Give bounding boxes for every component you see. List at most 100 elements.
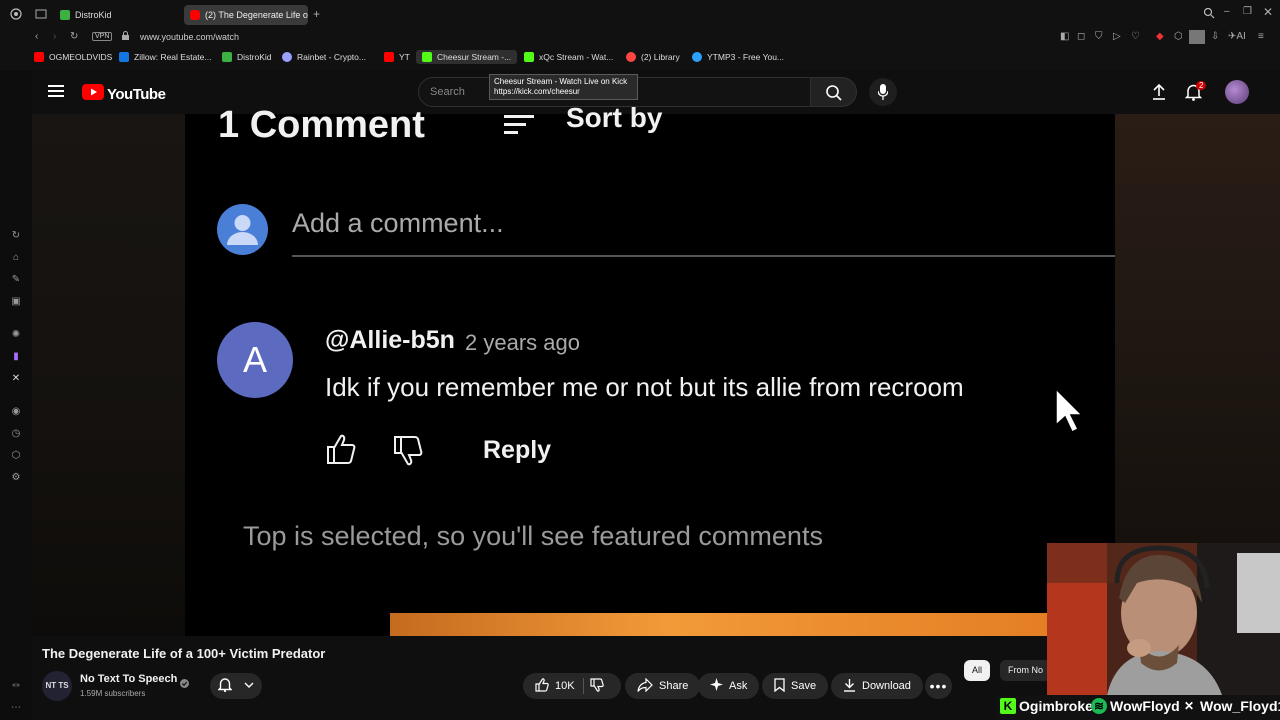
download-label: Download xyxy=(862,680,911,692)
x-handle-text: Wow_Floyd1 xyxy=(1200,698,1280,714)
tab-grid-icon[interactable] xyxy=(35,8,47,23)
tab-youtube-video[interactable]: (2) The Degenerate Life o xyxy=(184,5,308,25)
zillow-icon xyxy=(119,52,129,62)
comment-text: Idk if you remember me or not but its al… xyxy=(325,372,964,402)
clock-sidebar-icon[interactable]: ◷ xyxy=(10,428,22,440)
x-handle: ✕ Wow_Floyd1 xyxy=(1181,698,1280,714)
messenger-sidebar-icon[interactable]: ▣ xyxy=(10,296,22,308)
vpn-badge[interactable]: VPN xyxy=(92,32,113,41)
shield-icon[interactable]: ⛉ xyxy=(1095,31,1103,42)
save-button[interactable]: Save xyxy=(762,673,829,699)
comment-author-avatar[interactable]: A xyxy=(217,322,293,398)
like-divider xyxy=(582,678,584,694)
ai-icon[interactable]: ✈AI xyxy=(1228,31,1246,42)
bookmark-ogmeoldvids[interactable]: OGMEOLDVIDS xyxy=(34,52,112,62)
kick-icon xyxy=(422,52,432,62)
comment-time[interactable]: 2 years ago xyxy=(465,330,580,356)
browser-sidebar: ↻ ⌂ ✎ ▣ ✺ ▮ ✕ ◉ ◷ ⬡ ⚙ «» ⋯ xyxy=(0,70,32,720)
hamburger-menu-icon[interactable] xyxy=(48,84,64,103)
upload-icon[interactable] xyxy=(1151,83,1167,106)
forward-icon[interactable]: › xyxy=(53,31,56,42)
spotify-handle-text: WowFloyd xyxy=(1110,698,1180,714)
x-sidebar-icon[interactable]: ✕ xyxy=(10,373,22,385)
voice-search-button[interactable] xyxy=(869,78,897,106)
youtube-logo[interactable]: YouTube xyxy=(82,84,166,105)
like-button[interactable]: 10K xyxy=(535,677,575,695)
address-url[interactable]: www.youtube.com/watch xyxy=(140,32,239,42)
lock-icon[interactable] xyxy=(121,31,130,43)
bookmark-yt[interactable]: YT xyxy=(384,52,410,62)
reload-icon[interactable]: ↻ xyxy=(70,31,78,42)
reply-button[interactable]: Reply xyxy=(483,436,551,465)
distrokid-icon xyxy=(222,52,232,62)
bookmark-cheesur-stream[interactable]: Cheesur Stream -... xyxy=(416,50,518,64)
extensions-sidebar-icon[interactable]: ⬡ xyxy=(10,450,22,462)
share-arrow-icon xyxy=(637,677,653,695)
twitch-sidebar-icon[interactable]: ▮ xyxy=(10,351,22,363)
extensions-icon[interactable]: ⬡ xyxy=(1174,31,1183,42)
chip-all[interactable]: All xyxy=(964,660,991,681)
ask-button[interactable]: Ask xyxy=(698,673,760,699)
player-icon[interactable]: ▷ xyxy=(1113,31,1121,42)
channel-avatar[interactable]: NT TS xyxy=(42,671,72,701)
subscription-bell-button[interactable] xyxy=(210,673,262,699)
download-icon[interactable]: ⇩ xyxy=(1211,31,1219,42)
webcam-feed-image xyxy=(1047,543,1280,695)
restore-icon[interactable]: ❐ xyxy=(1243,6,1252,17)
microphone-icon xyxy=(877,84,889,105)
settings-sidebar-icon[interactable]: ⚙ xyxy=(10,472,22,484)
browser-menu-icon[interactable] xyxy=(10,8,22,23)
youtube-favicon-icon xyxy=(190,10,200,20)
thumbs-up-icon[interactable] xyxy=(326,433,356,470)
search-button[interactable] xyxy=(811,77,857,107)
account-avatar[interactable] xyxy=(1225,80,1249,104)
search-icon xyxy=(825,84,843,107)
bookmark-distrokid[interactable]: DistroKid xyxy=(222,52,271,62)
comment-author[interactable]: @Allie-b5n xyxy=(325,326,455,355)
ai-sidebar-icon[interactable]: ⌂ xyxy=(10,252,22,264)
close-icon[interactable]: ✕ xyxy=(1263,5,1273,19)
menu-icon[interactable]: ≡ xyxy=(1258,31,1264,42)
player-sidebar-icon[interactable]: ◉ xyxy=(10,406,22,418)
add-comment-input[interactable]: Add a comment... xyxy=(292,208,504,239)
thumbs-up-icon xyxy=(535,677,549,695)
heart-icon[interactable]: ♡ xyxy=(1131,31,1140,42)
mouse-cursor-icon xyxy=(1054,387,1084,440)
back-icon[interactable]: ‹ xyxy=(35,31,38,42)
bookmarks-bar: OGMEOLDVIDS Zillow: Real Estate... Distr… xyxy=(0,48,1280,70)
bookmark-xqc-stream[interactable]: xQc Stream - Wat... xyxy=(524,52,613,62)
extension-red-icon[interactable]: ◆ xyxy=(1156,31,1164,42)
youtube-bookmark-icon xyxy=(34,52,44,62)
profile-image-icon[interactable] xyxy=(1189,30,1205,47)
rainbet-icon xyxy=(282,52,292,62)
snapshot-icon[interactable]: ◻ xyxy=(1077,31,1085,42)
channel-name[interactable]: No Text To Speech xyxy=(80,673,177,685)
search-tabs-icon[interactable] xyxy=(1203,7,1215,22)
bookmark-ytmp3[interactable]: YTMP3 - Free You... xyxy=(692,52,784,62)
chevron-down-icon xyxy=(244,680,254,692)
chatgpt-sidebar-icon[interactable]: ✺ xyxy=(10,329,22,341)
notes-sidebar-icon[interactable]: ✎ xyxy=(10,274,22,286)
bookmark-rainbet[interactable]: Rainbet - Crypto... xyxy=(282,52,366,62)
more-sidebar-icon[interactable]: ⋯ xyxy=(10,702,22,714)
minimize-icon[interactable]: – xyxy=(1224,6,1230,17)
thumbs-down-icon[interactable] xyxy=(393,435,423,472)
bookmark-zillow[interactable]: Zillow: Real Estate... xyxy=(119,52,211,62)
history-sidebar-icon[interactable]: ↻ xyxy=(10,230,22,242)
browser-tab-bar: DistroKid (2) The Degenerate Life o + – … xyxy=(0,0,1280,28)
chip-from-channel[interactable]: From No xyxy=(1000,660,1052,681)
bookmark-library[interactable]: (2) Library xyxy=(626,52,680,62)
kick-logo-icon: K xyxy=(1000,698,1016,714)
dislike-button[interactable] xyxy=(589,677,604,695)
tab-distrokid[interactable]: DistroKid xyxy=(54,5,182,25)
tooltip-title: Cheesur Stream - Watch Live on Kick xyxy=(494,77,628,86)
bookmark-page-icon[interactable]: ◧ xyxy=(1060,31,1069,42)
featured-comments-note: Top is selected, so you'll see featured … xyxy=(243,521,823,551)
sidebar-toggle-icon[interactable]: «» xyxy=(10,680,22,692)
bookmark-label: Cheesur Stream -... xyxy=(437,52,512,62)
more-actions-button[interactable]: ••• xyxy=(925,673,952,699)
bookmark-label: YTMP3 - Free You... xyxy=(707,52,785,62)
share-button[interactable]: Share xyxy=(625,673,701,699)
plus-icon[interactable]: + xyxy=(313,7,320,21)
download-button[interactable]: Download xyxy=(831,673,923,699)
